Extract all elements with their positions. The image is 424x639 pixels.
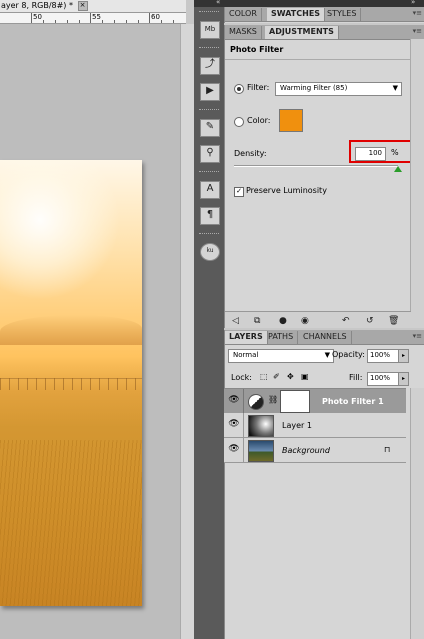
actions-icon[interactable]: ▶: [200, 83, 220, 101]
filter-label: Filter:: [247, 83, 270, 92]
density-slider-track[interactable]: [234, 165, 398, 167]
close-icon[interactable]: ×: [77, 0, 88, 11]
preserve-luminosity-checkbox[interactable]: ✓: [234, 187, 244, 197]
expand-icon[interactable]: »: [411, 0, 415, 6]
layer-name[interactable]: Background: [282, 446, 330, 455]
density-label: Density:: [234, 149, 267, 158]
link-chain-icon[interactable]: ⛓: [268, 395, 278, 404]
opacity-input[interactable]: 100%: [367, 349, 399, 363]
lock-all-icon[interactable]: ▣: [301, 372, 309, 381]
lock-transparent-icon[interactable]: ⬚: [260, 372, 268, 381]
swatches-tabrow: COLOR SWATCHES STYLES ▾≡: [225, 7, 424, 22]
panel-dock: Mb ⤴ ▶ ✎ ⚲ A ¶ ku: [194, 7, 224, 639]
density-unit: %: [391, 148, 399, 157]
adjustments-panel: MASKS ADJUSTMENTS ▾≡ Photo Filter Filter…: [224, 25, 424, 328]
lock-position-icon[interactable]: ✥: [287, 372, 294, 381]
blend-mode-value: Normal: [233, 351, 259, 359]
document-image[interactable]: [0, 160, 142, 606]
chevron-down-icon: ▼: [392, 84, 398, 92]
paragraph-icon[interactable]: ¶: [200, 207, 220, 225]
swatches-panel: COLOR SWATCHES STYLES ▾≡: [224, 7, 424, 23]
tab-layers[interactable]: LAYERS: [225, 331, 268, 344]
layer-name[interactable]: Layer 1: [282, 421, 312, 430]
layer-row-background[interactable]: 👁 Background ⊓: [224, 438, 406, 463]
reset-icon[interactable]: ↺: [366, 316, 374, 326]
adjustment-title: Photo Filter: [230, 45, 284, 54]
color-radio[interactable]: [234, 117, 244, 127]
fill-arrow-icon[interactable]: ▸: [398, 372, 409, 386]
hills: [0, 315, 142, 345]
opacity-label: Opacity:: [332, 350, 365, 359]
filter-radio[interactable]: [234, 84, 244, 94]
view-previous-icon[interactable]: ◉: [301, 316, 309, 326]
adjustments-scrollbar[interactable]: [410, 39, 424, 328]
ruler-label: 60: [151, 13, 160, 21]
tab-adjustments[interactable]: ADJUSTMENTS: [265, 26, 339, 39]
panel-collapse-bar[interactable]: « »: [194, 0, 424, 7]
expanded-view-icon[interactable]: ⧉: [254, 316, 260, 326]
chevron-down-icon: ▼: [324, 351, 330, 359]
lock-icon: ⊓: [384, 445, 391, 454]
ruler-label: 50: [33, 13, 42, 21]
fill-input[interactable]: 100%: [367, 372, 399, 386]
brush-icon[interactable]: ✎: [200, 119, 220, 137]
lock-label: Lock:: [231, 373, 252, 382]
tab-channels[interactable]: CHANNELS: [299, 331, 352, 344]
collapse-icon[interactable]: «: [216, 0, 220, 6]
tab-masks[interactable]: MASKS: [225, 26, 262, 39]
panel-menu-icon[interactable]: ▾≡: [413, 332, 422, 340]
document-tab[interactable]: ayer 8, RGB/8#) * ×: [0, 0, 186, 13]
grass: [0, 440, 142, 606]
kuler-icon[interactable]: ku: [200, 243, 220, 261]
color-swatch[interactable]: [279, 109, 303, 132]
toggle-visibility-icon[interactable]: ↶: [342, 316, 350, 326]
opacity-arrow-icon[interactable]: ▸: [398, 349, 409, 363]
layer-thumbnail: [248, 415, 274, 437]
back-arrow-icon[interactable]: ◁: [232, 316, 239, 326]
layers-tabrow: LAYERS PATHS CHANNELS ▾≡: [225, 330, 424, 345]
canvas-area[interactable]: [0, 24, 180, 639]
ruler-label: 55: [92, 13, 101, 21]
tab-styles[interactable]: STYLES: [323, 8, 362, 21]
trash-icon[interactable]: 🗑: [388, 316, 399, 326]
clone-source-icon[interactable]: ⚲: [200, 145, 220, 163]
sun-glow: [0, 160, 120, 300]
panel-menu-icon[interactable]: ▾≡: [413, 27, 422, 35]
filter-select[interactable]: Warming Filter (85) ▼: [275, 82, 402, 96]
adjustment-layer-icon: [248, 394, 264, 410]
blend-mode-select[interactable]: Normal ▼: [228, 349, 334, 363]
layer-row-photo-filter[interactable]: 👁 ⛓ Photo Filter 1: [224, 388, 406, 414]
character-icon[interactable]: A: [200, 181, 220, 199]
layer-thumbnail: [248, 440, 274, 462]
tab-swatches[interactable]: SWATCHES: [267, 8, 326, 21]
adjustments-footer: ◁ ⧉ ● ◉ ↶ ↺ 🗑: [225, 311, 411, 328]
fence: [0, 378, 142, 390]
adjustments-tabrow: MASKS ADJUSTMENTS ▾≡: [225, 25, 424, 40]
layer-mask-thumbnail[interactable]: [280, 390, 310, 413]
tab-paths[interactable]: PATHS: [264, 331, 299, 344]
density-input[interactable]: 100: [355, 147, 386, 161]
visibility-eye-icon[interactable]: 👁: [227, 418, 241, 430]
mini-bridge-icon[interactable]: Mb: [200, 21, 220, 39]
horizontal-ruler: 50 55 60: [0, 13, 186, 24]
history-icon[interactable]: ⤴: [200, 57, 220, 75]
layers-scrollbar[interactable]: [410, 388, 424, 639]
document-tab-title: ayer 8, RGB/8#) *: [1, 1, 73, 10]
fill-label: Fill:: [349, 373, 363, 382]
layers-panel: LAYERS PATHS CHANNELS ▾≡ Normal ▼ Opacit…: [224, 330, 424, 639]
visibility-eye-icon[interactable]: 👁: [227, 394, 241, 406]
layer-row-layer1[interactable]: 👁 Layer 1: [224, 413, 406, 438]
tab-color[interactable]: COLOR: [225, 8, 262, 21]
lock-image-icon[interactable]: ✐: [273, 372, 280, 381]
clip-layer-icon[interactable]: ●: [279, 316, 287, 326]
canvas-scrollbar[interactable]: [180, 24, 194, 639]
visibility-eye-icon[interactable]: 👁: [227, 443, 241, 455]
filter-select-value: Warming Filter (85): [280, 84, 348, 92]
panel-menu-icon[interactable]: ▾≡: [413, 9, 422, 17]
color-label: Color:: [247, 116, 271, 125]
preserve-luminosity-label: Preserve Luminosity: [246, 186, 327, 195]
layer-name[interactable]: Photo Filter 1: [322, 397, 384, 406]
density-slider-thumb[interactable]: [394, 166, 402, 172]
